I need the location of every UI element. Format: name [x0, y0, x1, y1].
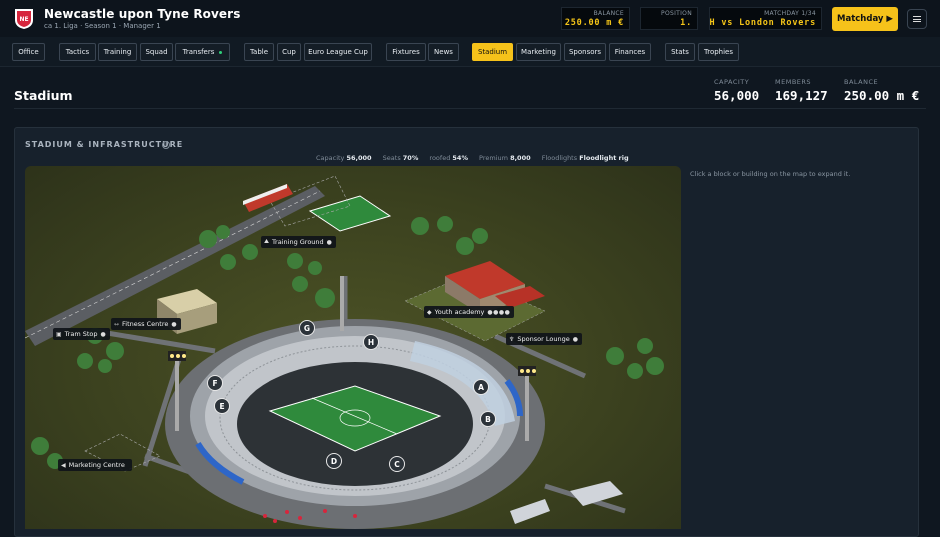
kpi-balance-value: 250.00 m €: [844, 88, 920, 103]
block-a[interactable]: A: [473, 379, 489, 395]
nav-cup[interactable]: Cup: [277, 43, 301, 61]
glasses-icon: ♆: [509, 335, 515, 343]
divider: [14, 108, 926, 109]
block-h[interactable]: H: [363, 334, 379, 350]
nav-office[interactable]: Office: [12, 43, 45, 61]
block-b[interactable]: B: [480, 411, 496, 427]
training-icon: ⛰: [264, 238, 270, 245]
hamburger-icon: [913, 16, 921, 22]
balance-label: BALANCE: [593, 10, 624, 17]
graduation-cap-icon: ◆: [427, 308, 432, 316]
block-c[interactable]: C: [389, 456, 405, 472]
nav-finances[interactable]: Finances: [609, 43, 651, 61]
summary-capacity: Capacity 56,000: [316, 154, 372, 162]
stadium-map[interactable]: ⛰ Training Ground ● ⇿ Fitness Centre ● ▣ Tram…: [25, 166, 681, 529]
block-g[interactable]: G: [299, 320, 315, 336]
nav-tactics[interactable]: Tactics: [59, 43, 96, 61]
matchday-box: MATCHDAY 1/34 H vs London Rovers: [709, 7, 822, 30]
pin-fitness-centre[interactable]: ⇿ Fitness Centre ●: [111, 318, 182, 330]
nav-fixtures[interactable]: Fixtures: [386, 43, 426, 61]
kpi-balance-label: BALANCE: [844, 78, 879, 86]
pin-training-ground[interactable]: ⛰ Training Ground ●: [261, 236, 337, 248]
svg-text:NE: NE: [19, 16, 28, 23]
pin-sponsor-lounge[interactable]: ♆ Sponsor Lounge ●: [506, 333, 583, 345]
club-name: Newcastle upon Tyne Rovers: [44, 7, 241, 21]
top-bar: NE Newcastle upon Tyne Rovers ca 1. Liga…: [0, 0, 940, 37]
stadium-summary: Capacity 56,000 Seats 70% roofed 54% Pre…: [316, 154, 638, 162]
bus: [510, 499, 550, 524]
summary-floodlights: Floodlights Floodlight rig: [541, 154, 629, 162]
kpi-capacity-value: 56,000: [714, 88, 760, 103]
block-e[interactable]: E: [214, 398, 230, 414]
page-title: Stadium: [14, 88, 73, 103]
dumbbell-icon: ⇿: [114, 320, 120, 328]
nav-trophies[interactable]: Trophies: [698, 43, 739, 61]
main-nav: Office Tactics Training Squad Transfers …: [0, 37, 940, 67]
kpi-members: MEMBERS 169,127: [775, 78, 828, 103]
kpi-members-value: 169,127: [775, 88, 828, 103]
nav-euro-league-cup[interactable]: Euro League Cup: [304, 43, 372, 61]
club-crest-icon: NE: [15, 9, 33, 29]
matchday-label: MATCHDAY 1/34: [764, 10, 816, 17]
tram-icon: ▣: [56, 330, 62, 338]
kpi-balance: BALANCE 250.00 m €: [844, 78, 919, 103]
map-illustration: [25, 175, 664, 529]
nav-sponsors[interactable]: Sponsors: [564, 43, 606, 61]
summary-premium: Premium 8,000: [479, 154, 531, 162]
nav-news[interactable]: News: [428, 43, 459, 61]
pin-tram-stop[interactable]: ▣ Tram Stop ●: [53, 328, 111, 340]
nav-stadium[interactable]: Stadium: [472, 43, 513, 61]
info-icon[interactable]: i: [162, 141, 170, 149]
summary-roofed: roofed 54%: [429, 154, 468, 162]
kpi-members-label: MEMBERS: [775, 78, 812, 86]
block-f[interactable]: F: [207, 375, 223, 391]
nav-transfers-label: Transfers: [182, 48, 215, 56]
card-title: STADIUM & INFRASTRUCTURE: [25, 140, 184, 149]
balance-value: 250.00 m €: [564, 18, 624, 28]
position-label: POSITION: [661, 10, 692, 17]
new-indicator-icon: [219, 50, 223, 54]
pin-marketing-centre[interactable]: ◀ Marketing Centre: [58, 459, 132, 471]
menu-button[interactable]: [907, 9, 927, 29]
kpi-capacity-label: CAPACITY: [714, 78, 750, 86]
nav-marketing[interactable]: Marketing: [516, 43, 561, 61]
pin-youth-academy[interactable]: ◆ Youth academy ●●●●: [424, 306, 515, 318]
map-hint: Click a block or building on the map to …: [690, 170, 851, 178]
summary-seats: Seats 70%: [382, 154, 419, 162]
nav-squad[interactable]: Squad: [140, 43, 173, 61]
training-pitch: [308, 195, 392, 232]
nav-table[interactable]: Table: [244, 43, 274, 61]
megaphone-icon: ◀: [61, 461, 66, 469]
club-subtitle: ca 1. Liga · Season 1 · Manager 1: [44, 22, 161, 30]
matchday-button[interactable]: Matchday ▶: [832, 7, 898, 31]
nav-stats[interactable]: Stats: [665, 43, 695, 61]
position-box: POSITION 1.: [640, 7, 698, 30]
balance-box: BALANCE 250.00 m €: [561, 7, 630, 30]
position-value: 1.: [680, 18, 692, 28]
matchday-fixture: H vs London Rovers: [709, 18, 816, 28]
kpi-capacity: CAPACITY 56,000: [714, 78, 759, 103]
nav-transfers[interactable]: Transfers: [175, 43, 230, 61]
nav-training[interactable]: Training: [98, 43, 137, 61]
block-d[interactable]: D: [326, 453, 342, 469]
